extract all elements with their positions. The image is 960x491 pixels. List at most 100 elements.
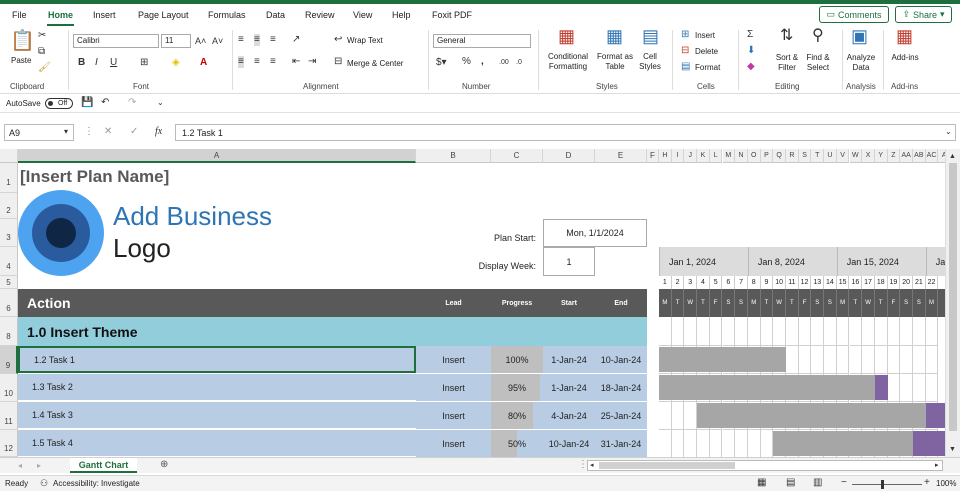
- gantt-cell[interactable]: [786, 346, 799, 374]
- undo-icon[interactable]: ↶: [101, 97, 109, 109]
- column-header-day[interactable]: I: [671, 149, 685, 163]
- gantt-cell[interactable]: [836, 346, 850, 374]
- column-header-day[interactable]: AB: [913, 149, 926, 163]
- clear-icon[interactable]: ◆: [747, 61, 755, 73]
- wrap-text-button[interactable]: Wrap Text: [347, 36, 383, 45]
- task-name[interactable]: 1.2 Task 1: [18, 346, 416, 373]
- gantt-cell[interactable]: [709, 317, 723, 346]
- row-header-11[interactable]: 11: [0, 402, 18, 430]
- task-end[interactable]: 31-Jan-24: [595, 430, 647, 457]
- sheet-tab-gantt-chart[interactable]: Gantt Chart: [70, 458, 137, 473]
- gantt-cell[interactable]: [798, 346, 812, 374]
- gantt-cell[interactable]: [659, 317, 672, 346]
- task-progress[interactable]: 100%: [491, 346, 543, 373]
- gantt-cell[interactable]: [684, 402, 698, 430]
- task-progress[interactable]: 50%: [491, 430, 543, 457]
- column-header-day[interactable]: K: [697, 149, 710, 163]
- scroll-left-icon[interactable]: ◂: [590, 460, 594, 472]
- column-header-day[interactable]: U: [824, 149, 837, 163]
- borders-icon[interactable]: ⊞: [140, 57, 148, 69]
- column-header-day[interactable]: M: [722, 149, 736, 163]
- gantt-cell[interactable]: [900, 317, 913, 346]
- row-header-9[interactable]: 9: [0, 346, 18, 374]
- cell-styles-button[interactable]: Cell Styles: [634, 52, 666, 72]
- format-cells-button[interactable]: Format: [695, 63, 720, 72]
- decrease-indent-icon[interactable]: ⇤: [292, 56, 300, 68]
- task-name[interactable]: 1.3 Task 2: [18, 374, 416, 401]
- enter-icon[interactable]: ✓: [130, 126, 138, 138]
- gantt-cell[interactable]: [913, 346, 926, 374]
- customize-qat-icon[interactable]: ⌄: [157, 97, 164, 109]
- gantt-cell[interactable]: [900, 346, 913, 374]
- gantt-cell[interactable]: [735, 317, 748, 346]
- row-header-12[interactable]: 12: [0, 430, 18, 457]
- theme-row[interactable]: 1.0 Insert Theme: [18, 317, 647, 346]
- grow-font-icon[interactable]: A˄: [195, 35, 206, 47]
- italic-icon[interactable]: I: [95, 57, 98, 69]
- wrap-text-icon[interactable]: ↩: [334, 34, 342, 46]
- gantt-cell[interactable]: [735, 430, 748, 457]
- paste-icon[interactable]: 📋: [10, 30, 35, 52]
- zoom-level[interactable]: 100%: [936, 479, 956, 488]
- column-header-day[interactable]: A: [938, 149, 945, 163]
- gantt-cell[interactable]: [836, 317, 850, 346]
- gantt-cell[interactable]: [862, 317, 875, 346]
- task-lead[interactable]: Insert: [416, 374, 491, 401]
- column-header-day[interactable]: AC: [925, 149, 939, 163]
- gantt-cell[interactable]: [900, 374, 913, 402]
- percent-icon[interactable]: %: [462, 56, 471, 68]
- normal-view-icon[interactable]: ▦: [757, 477, 766, 489]
- cell-styles-icon[interactable]: ▤: [642, 27, 659, 45]
- merge-icon[interactable]: ⊟: [334, 56, 342, 68]
- menu-formulas[interactable]: Formulas: [208, 10, 246, 20]
- format-painter-icon[interactable]: 🖌: [38, 62, 51, 74]
- gantt-cell[interactable]: [913, 374, 926, 402]
- gantt-cell[interactable]: [786, 317, 799, 346]
- zoom-out-icon[interactable]: −: [841, 477, 847, 489]
- copy-icon[interactable]: ⧉: [38, 46, 45, 58]
- gantt-cell[interactable]: [671, 317, 685, 346]
- task-end[interactable]: 18-Jan-24: [595, 374, 647, 401]
- fill-icon[interactable]: ⬇: [747, 45, 755, 57]
- gantt-cell[interactable]: [874, 317, 888, 346]
- accessibility-icon[interactable]: ⚇: [40, 477, 48, 489]
- column-header-a[interactable]: A: [18, 149, 416, 163]
- gantt-cell[interactable]: [925, 346, 939, 374]
- column-header-e[interactable]: E: [595, 149, 647, 163]
- menu-data[interactable]: Data: [266, 10, 285, 20]
- sort-filter-icon[interactable]: ⇅: [780, 28, 793, 44]
- menu-page-layout[interactable]: Page Layout: [138, 10, 189, 20]
- column-header-day[interactable]: T: [811, 149, 825, 163]
- gantt-cell[interactable]: [722, 317, 736, 346]
- task-lead[interactable]: Insert: [416, 402, 491, 429]
- menu-insert[interactable]: Insert: [93, 10, 116, 20]
- align-middle-icon[interactable]: ≡: [254, 34, 260, 46]
- increase-decimal-icon[interactable]: .00: [499, 57, 509, 69]
- find-select-icon[interactable]: ⚲: [812, 28, 824, 44]
- column-header-day[interactable]: Q: [773, 149, 786, 163]
- vertical-scroll-thumb[interactable]: [949, 163, 957, 431]
- bold-icon[interactable]: B: [78, 57, 85, 69]
- fill-color-icon[interactable]: ◈: [172, 57, 180, 69]
- align-right-icon[interactable]: ≡: [270, 56, 276, 68]
- zoom-in-icon[interactable]: +: [924, 477, 930, 489]
- gantt-cell[interactable]: [697, 430, 710, 457]
- task-progress[interactable]: 95%: [491, 374, 543, 401]
- column-header-day[interactable]: J: [684, 149, 698, 163]
- gantt-cell[interactable]: [913, 317, 926, 346]
- insert-cells-button[interactable]: Insert: [695, 31, 715, 40]
- row-header-2[interactable]: 2: [0, 193, 18, 219]
- gantt-cell[interactable]: [659, 430, 672, 457]
- sort-filter-button[interactable]: Sort & Filter: [770, 53, 804, 73]
- column-header-day[interactable]: W: [849, 149, 863, 163]
- column-header-day[interactable]: V: [836, 149, 850, 163]
- share-button[interactable]: ⇪ Share ▾: [895, 6, 952, 23]
- underline-icon[interactable]: U: [110, 57, 117, 69]
- gantt-cell[interactable]: [862, 346, 875, 374]
- expand-formula-icon[interactable]: ⌄: [945, 126, 952, 138]
- column-header-day[interactable]: X: [862, 149, 875, 163]
- gantt-cell[interactable]: [672, 430, 685, 457]
- scroll-up-icon[interactable]: ▲: [949, 151, 956, 163]
- column-header-day[interactable]: H: [659, 149, 672, 163]
- font-name-dropdown[interactable]: Calibri: [73, 34, 159, 48]
